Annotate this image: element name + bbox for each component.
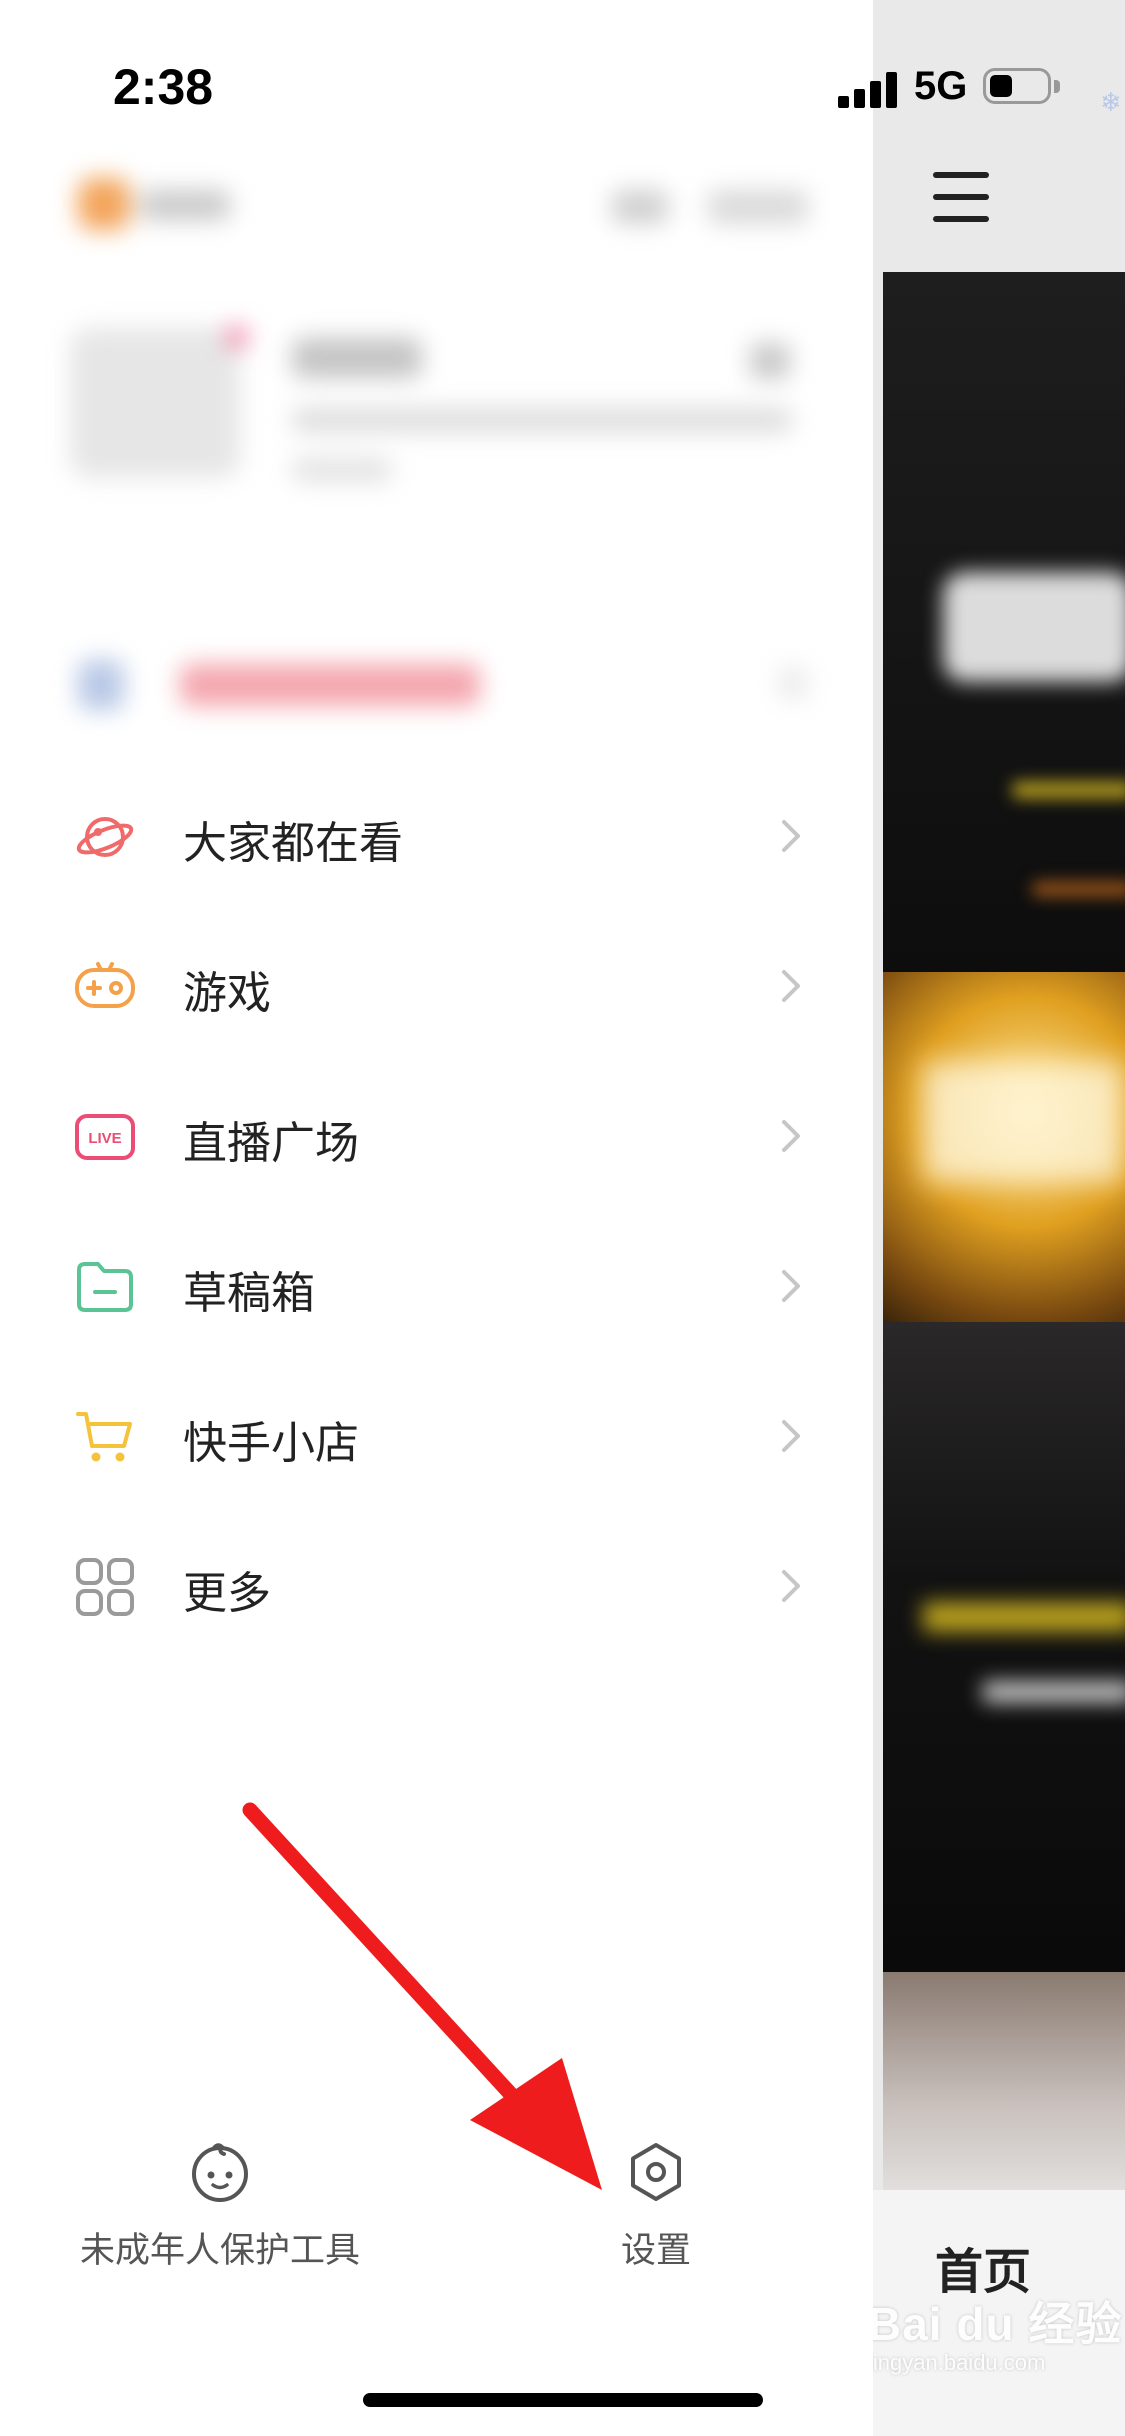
gamepad-icon [75, 962, 135, 1008]
menu-item-drafts[interactable]: 草稿箱 [0, 1212, 873, 1362]
grid-icon [76, 1558, 134, 1616]
promo-icon [78, 660, 124, 710]
planet-icon [76, 817, 134, 857]
cellular-signal-icon [838, 68, 898, 108]
status-time: 2:38 [113, 59, 214, 115]
profile-stats-blurred [292, 458, 392, 482]
settings-button[interactable]: 设置 [596, 2140, 716, 2273]
chevron-right-icon [782, 1420, 800, 1452]
snowflake-icon: ❄ [1100, 88, 1122, 118]
menu-item-more[interactable]: 更多 [0, 1512, 873, 1662]
chevron-right-icon [782, 820, 800, 852]
header-action-blurred[interactable] [708, 190, 808, 224]
profile-stats-blurred [292, 408, 792, 432]
avatar[interactable] [70, 328, 240, 478]
profile-chevron-icon [750, 343, 790, 379]
hamburger-menu-icon[interactable] [933, 172, 989, 222]
feed-card [883, 972, 1125, 1322]
folder-icon [77, 1262, 133, 1312]
live-icon-text: LIVE [88, 1130, 121, 1147]
menu-item-label: 更多 [183, 1568, 271, 1619]
settings-label: 设置 [620, 2231, 691, 2271]
chevron-right-icon [782, 1270, 800, 1302]
chevron-right-icon [782, 1570, 800, 1602]
menu-item-trending[interactable]: 大家都在看 [0, 762, 873, 912]
chevron-right-icon [782, 970, 800, 1002]
live-icon: LIVE [75, 1114, 135, 1160]
cart-icon [76, 1412, 132, 1462]
menu-item-label: 快手小店 [183, 1418, 359, 1469]
promo-chevron-icon [778, 666, 808, 700]
menu-item-live-plaza[interactable]: LIVE 直播广场 [0, 1062, 873, 1212]
app-logo-icon [78, 178, 130, 230]
menu-item-label: 游戏 [183, 968, 271, 1019]
notification-dot [226, 326, 248, 348]
baidu-jingyan-watermark: Bai du 经验 jingyan.baidu.com [873, 2288, 1122, 2376]
menu-item-games[interactable]: 游戏 [0, 912, 873, 1062]
minor-protection-label: 未成年人保护工具 [79, 2231, 360, 2271]
home-indicator[interactable] [363, 2393, 763, 2407]
baby-face-icon [192, 2143, 248, 2202]
video-feed-blurred [883, 272, 1125, 2192]
settings-hexagon-icon [631, 2143, 681, 2201]
menu-item-shop[interactable]: 快手小店 [0, 1362, 873, 1512]
battery-icon [983, 68, 1065, 108]
menu-item-label: 大家都在看 [183, 818, 403, 869]
watermark-brand: Bai du 经验 [873, 2298, 1123, 2350]
feed-card [883, 1972, 1125, 2192]
network-type: 5G [914, 64, 968, 108]
menu-item-label: 直播广场 [183, 1118, 359, 1169]
feed-card [883, 272, 1125, 972]
header-text-blurred [140, 190, 230, 220]
feed-card [883, 1322, 1125, 1972]
header-action-blurred[interactable] [612, 190, 668, 224]
minor-protection-button[interactable]: 未成年人保护工具 [70, 2140, 370, 2273]
main-page-peek[interactable]: 首页 Bai du 经验 jingyan.baidu.com [873, 0, 1125, 2436]
profile-card-blurred[interactable] [70, 308, 810, 508]
username-blurred [292, 338, 422, 378]
promo-banner-blurred[interactable] [180, 664, 480, 706]
menu-item-label: 草稿箱 [183, 1268, 315, 1319]
chevron-right-icon [782, 1120, 800, 1152]
